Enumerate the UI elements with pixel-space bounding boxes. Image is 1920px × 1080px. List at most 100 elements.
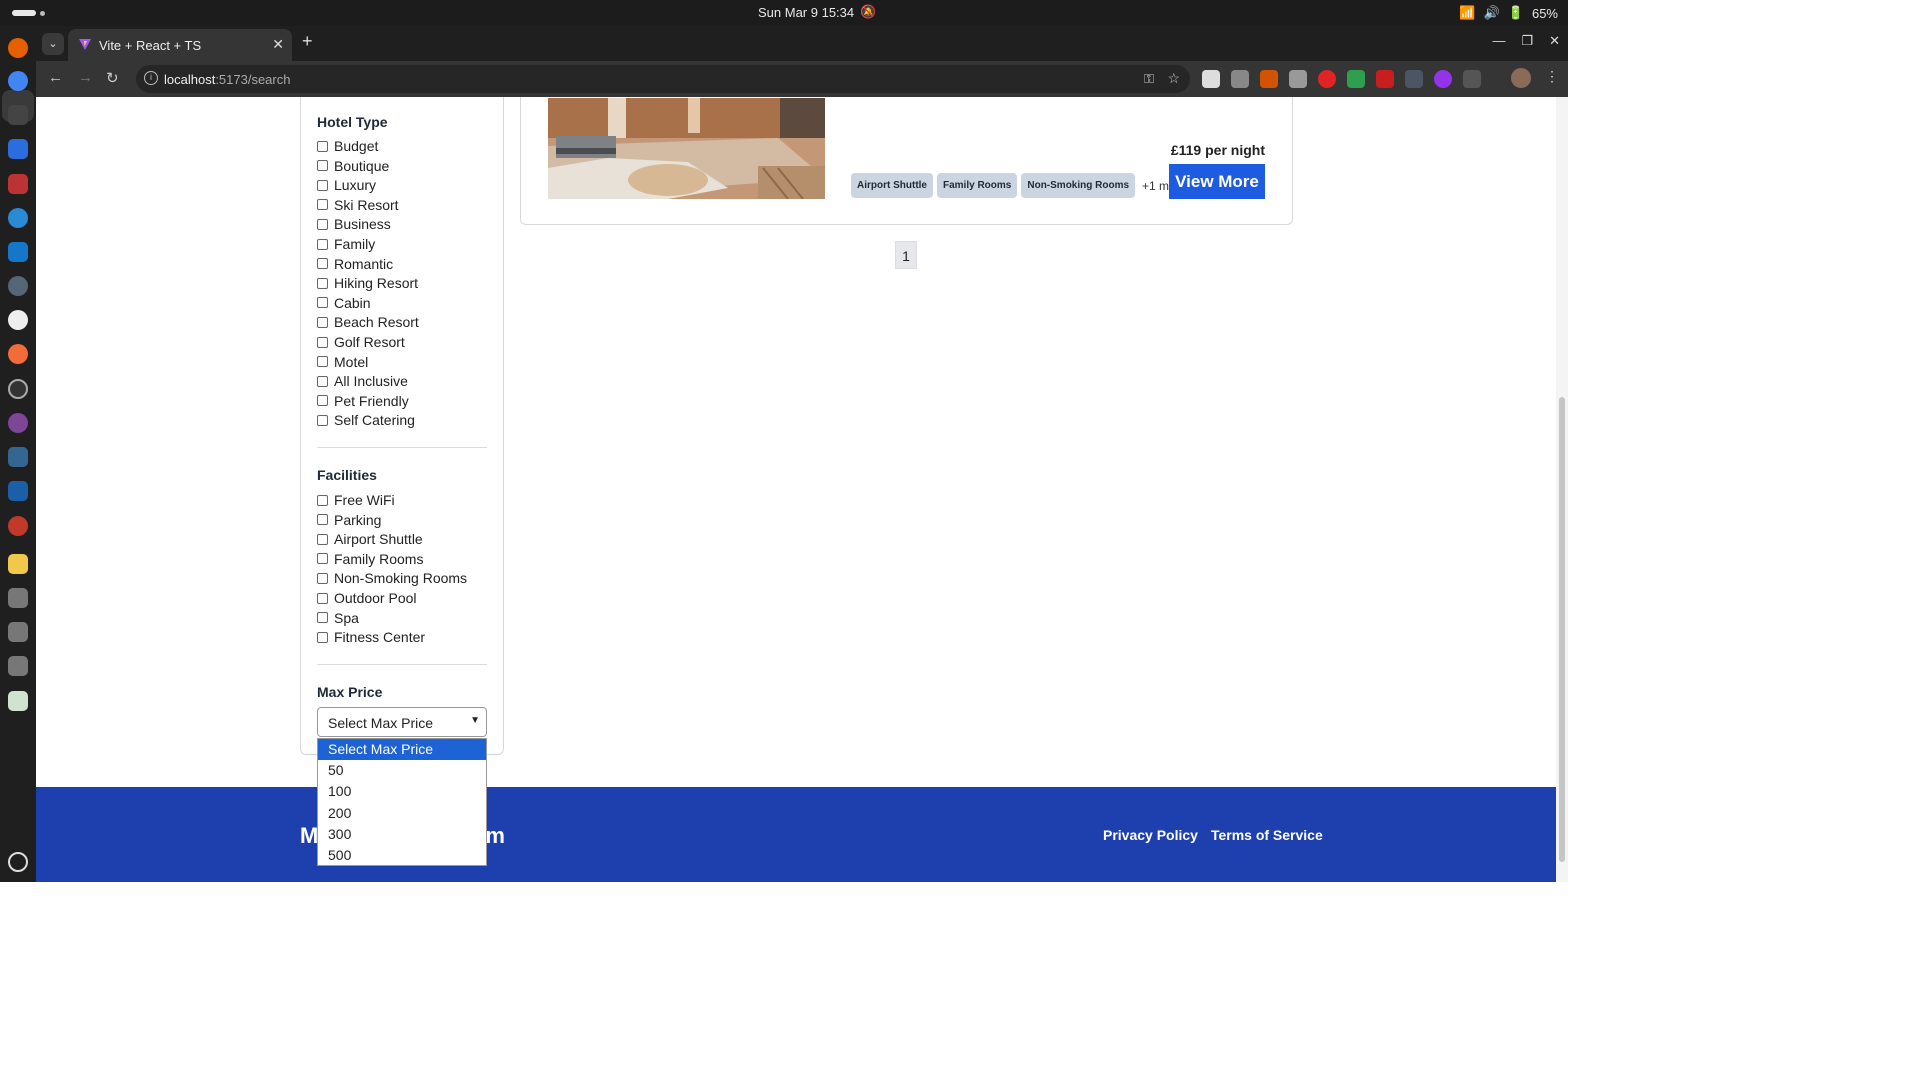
checkbox[interactable]	[317, 612, 328, 624]
checkbox[interactable]	[317, 297, 328, 309]
hotel-type-option[interactable]: Budget	[317, 137, 378, 155]
facility-option[interactable]: Spa	[317, 609, 359, 627]
reload-icon[interactable]: ↻	[106, 69, 119, 87]
jetbrains-icon[interactable]	[8, 139, 28, 159]
red-extension-icon[interactable]	[1318, 70, 1336, 88]
pdf-extension-icon[interactable]	[1405, 70, 1423, 88]
hotel-type-option[interactable]: Romantic	[317, 255, 393, 273]
system-clock[interactable]: Sun Mar 9 15:34	[758, 5, 854, 20]
checkbox[interactable]	[317, 160, 328, 172]
extension-icon-4[interactable]	[1289, 70, 1307, 88]
hotel-type-option[interactable]: Business	[317, 215, 391, 233]
checkbox[interactable]	[317, 414, 328, 426]
help-icon[interactable]	[8, 208, 28, 228]
restore-icon[interactable]: ❐	[1521, 33, 1533, 49]
site-info-icon[interactable]: i	[144, 71, 158, 85]
drive-icon-1[interactable]	[8, 588, 28, 608]
hotel-type-option[interactable]: All Inclusive	[317, 372, 408, 390]
puzzle-extensions-icon[interactable]	[1463, 70, 1481, 88]
checkbox[interactable]	[317, 494, 328, 506]
address-bar[interactable]: i localhost:5173/search ⚿ ☆	[136, 65, 1190, 93]
checkbox[interactable]	[317, 258, 328, 270]
facility-option[interactable]: Family Rooms	[317, 550, 423, 568]
hotel-type-option[interactable]: Pet Friendly	[317, 392, 409, 410]
back-arrow-icon[interactable]: ←	[48, 69, 63, 86]
fox-extension-icon[interactable]	[1260, 70, 1278, 88]
checkbox[interactable]	[317, 553, 328, 565]
max-price-select[interactable]: Select Max Price ▼	[317, 707, 487, 737]
hotel-type-option[interactable]: Cabin	[317, 294, 371, 312]
activities-indicator[interactable]	[12, 10, 36, 16]
page-scrollbar[interactable]	[1556, 97, 1568, 882]
max-price-option[interactable]: 200	[318, 803, 486, 824]
facility-option[interactable]: Airport Shuttle	[317, 530, 423, 548]
hotel-type-option[interactable]: Hiking Resort	[317, 274, 418, 292]
checkbox[interactable]	[317, 631, 328, 643]
shield-extension-icon[interactable]	[1347, 70, 1365, 88]
max-price-option[interactable]: 50	[318, 760, 486, 781]
chrome-icon[interactable]	[8, 71, 28, 91]
hotel-type-option[interactable]: Ski Resort	[317, 196, 399, 214]
media-player-icon[interactable]	[8, 516, 28, 536]
trash-icon[interactable]	[8, 691, 28, 711]
browser-menu-icon[interactable]: ⋮	[1545, 68, 1559, 85]
view-more-button[interactable]: View More	[1169, 164, 1265, 199]
new-tab-button[interactable]: +	[302, 31, 313, 52]
checkbox[interactable]	[317, 572, 328, 584]
scrollbar-thumb[interactable]	[1559, 397, 1565, 862]
checkbox[interactable]	[317, 277, 328, 289]
hotel-type-option[interactable]: Luxury	[317, 176, 376, 194]
postgres-icon[interactable]	[8, 447, 28, 467]
max-price-option[interactable]: Select Max Price	[318, 739, 486, 761]
disk-utility-icon[interactable]	[8, 276, 28, 296]
text-editor-icon[interactable]	[8, 554, 28, 574]
forward-arrow-icon[interactable]: →	[78, 69, 93, 86]
max-price-option[interactable]: 100	[318, 781, 486, 802]
facility-option[interactable]: Non-Smoking Rooms	[317, 569, 467, 587]
close-tab-icon[interactable]: ✕	[272, 36, 284, 53]
firefox-icon[interactable]	[8, 38, 28, 58]
checkbox[interactable]	[317, 336, 328, 348]
tab-search-chevron-icon[interactable]: ⌄	[42, 33, 64, 55]
checkbox[interactable]	[317, 533, 328, 545]
checkbox[interactable]	[317, 514, 328, 526]
url-text[interactable]: localhost:5173/search	[164, 72, 290, 87]
video-extension-icon[interactable]	[1376, 70, 1394, 88]
mongodb-icon[interactable]	[8, 310, 28, 330]
show-apps-icon[interactable]	[8, 852, 28, 872]
hotel-type-option[interactable]: Beach Resort	[317, 313, 419, 331]
facility-option[interactable]: Outdoor Pool	[317, 589, 417, 607]
browser-tab[interactable]: Vite + React + TS ✕	[68, 29, 292, 61]
checkbox[interactable]	[317, 140, 328, 152]
checkbox[interactable]	[317, 375, 328, 387]
checkbox[interactable]	[317, 316, 328, 328]
facility-option[interactable]: Fitness Center	[317, 628, 425, 646]
hotel-type-option[interactable]: Boutique	[317, 157, 389, 175]
checkbox[interactable]	[317, 356, 328, 368]
close-window-icon[interactable]: ✕	[1549, 33, 1560, 49]
hotel-type-option[interactable]: Family	[317, 235, 375, 253]
terminal-icon[interactable]	[8, 105, 28, 125]
checkbox[interactable]	[317, 218, 328, 230]
password-key-icon[interactable]: ⚿	[1144, 71, 1154, 87]
checkbox[interactable]	[317, 395, 328, 407]
postman-icon[interactable]	[8, 344, 28, 364]
checkbox[interactable]	[317, 179, 328, 191]
hotel-image[interactable]	[548, 98, 825, 199]
checkbox[interactable]	[317, 199, 328, 211]
remote-desktop-icon[interactable]	[8, 481, 28, 501]
minimize-icon[interactable]: —	[1492, 33, 1505, 49]
facility-option[interactable]: Free WiFi	[317, 491, 395, 509]
extension-icon-1[interactable]	[1202, 70, 1220, 88]
terms-of-service-link[interactable]: Terms of Service	[1211, 827, 1323, 843]
hotel-type-option[interactable]: Golf Resort	[317, 333, 405, 351]
max-price-option[interactable]: 500	[318, 845, 486, 866]
checkbox[interactable]	[317, 238, 328, 250]
hotel-type-option[interactable]: Motel	[317, 353, 368, 371]
tor-icon[interactable]	[8, 413, 28, 433]
obs-icon[interactable]	[8, 379, 28, 399]
system-tray[interactable]: 📶 🔊 🔋 65%	[1459, 5, 1558, 21]
vscode-icon[interactable]	[8, 242, 28, 262]
max-price-option[interactable]: 300	[318, 824, 486, 845]
bookmark-star-icon[interactable]: ☆	[1167, 70, 1180, 87]
